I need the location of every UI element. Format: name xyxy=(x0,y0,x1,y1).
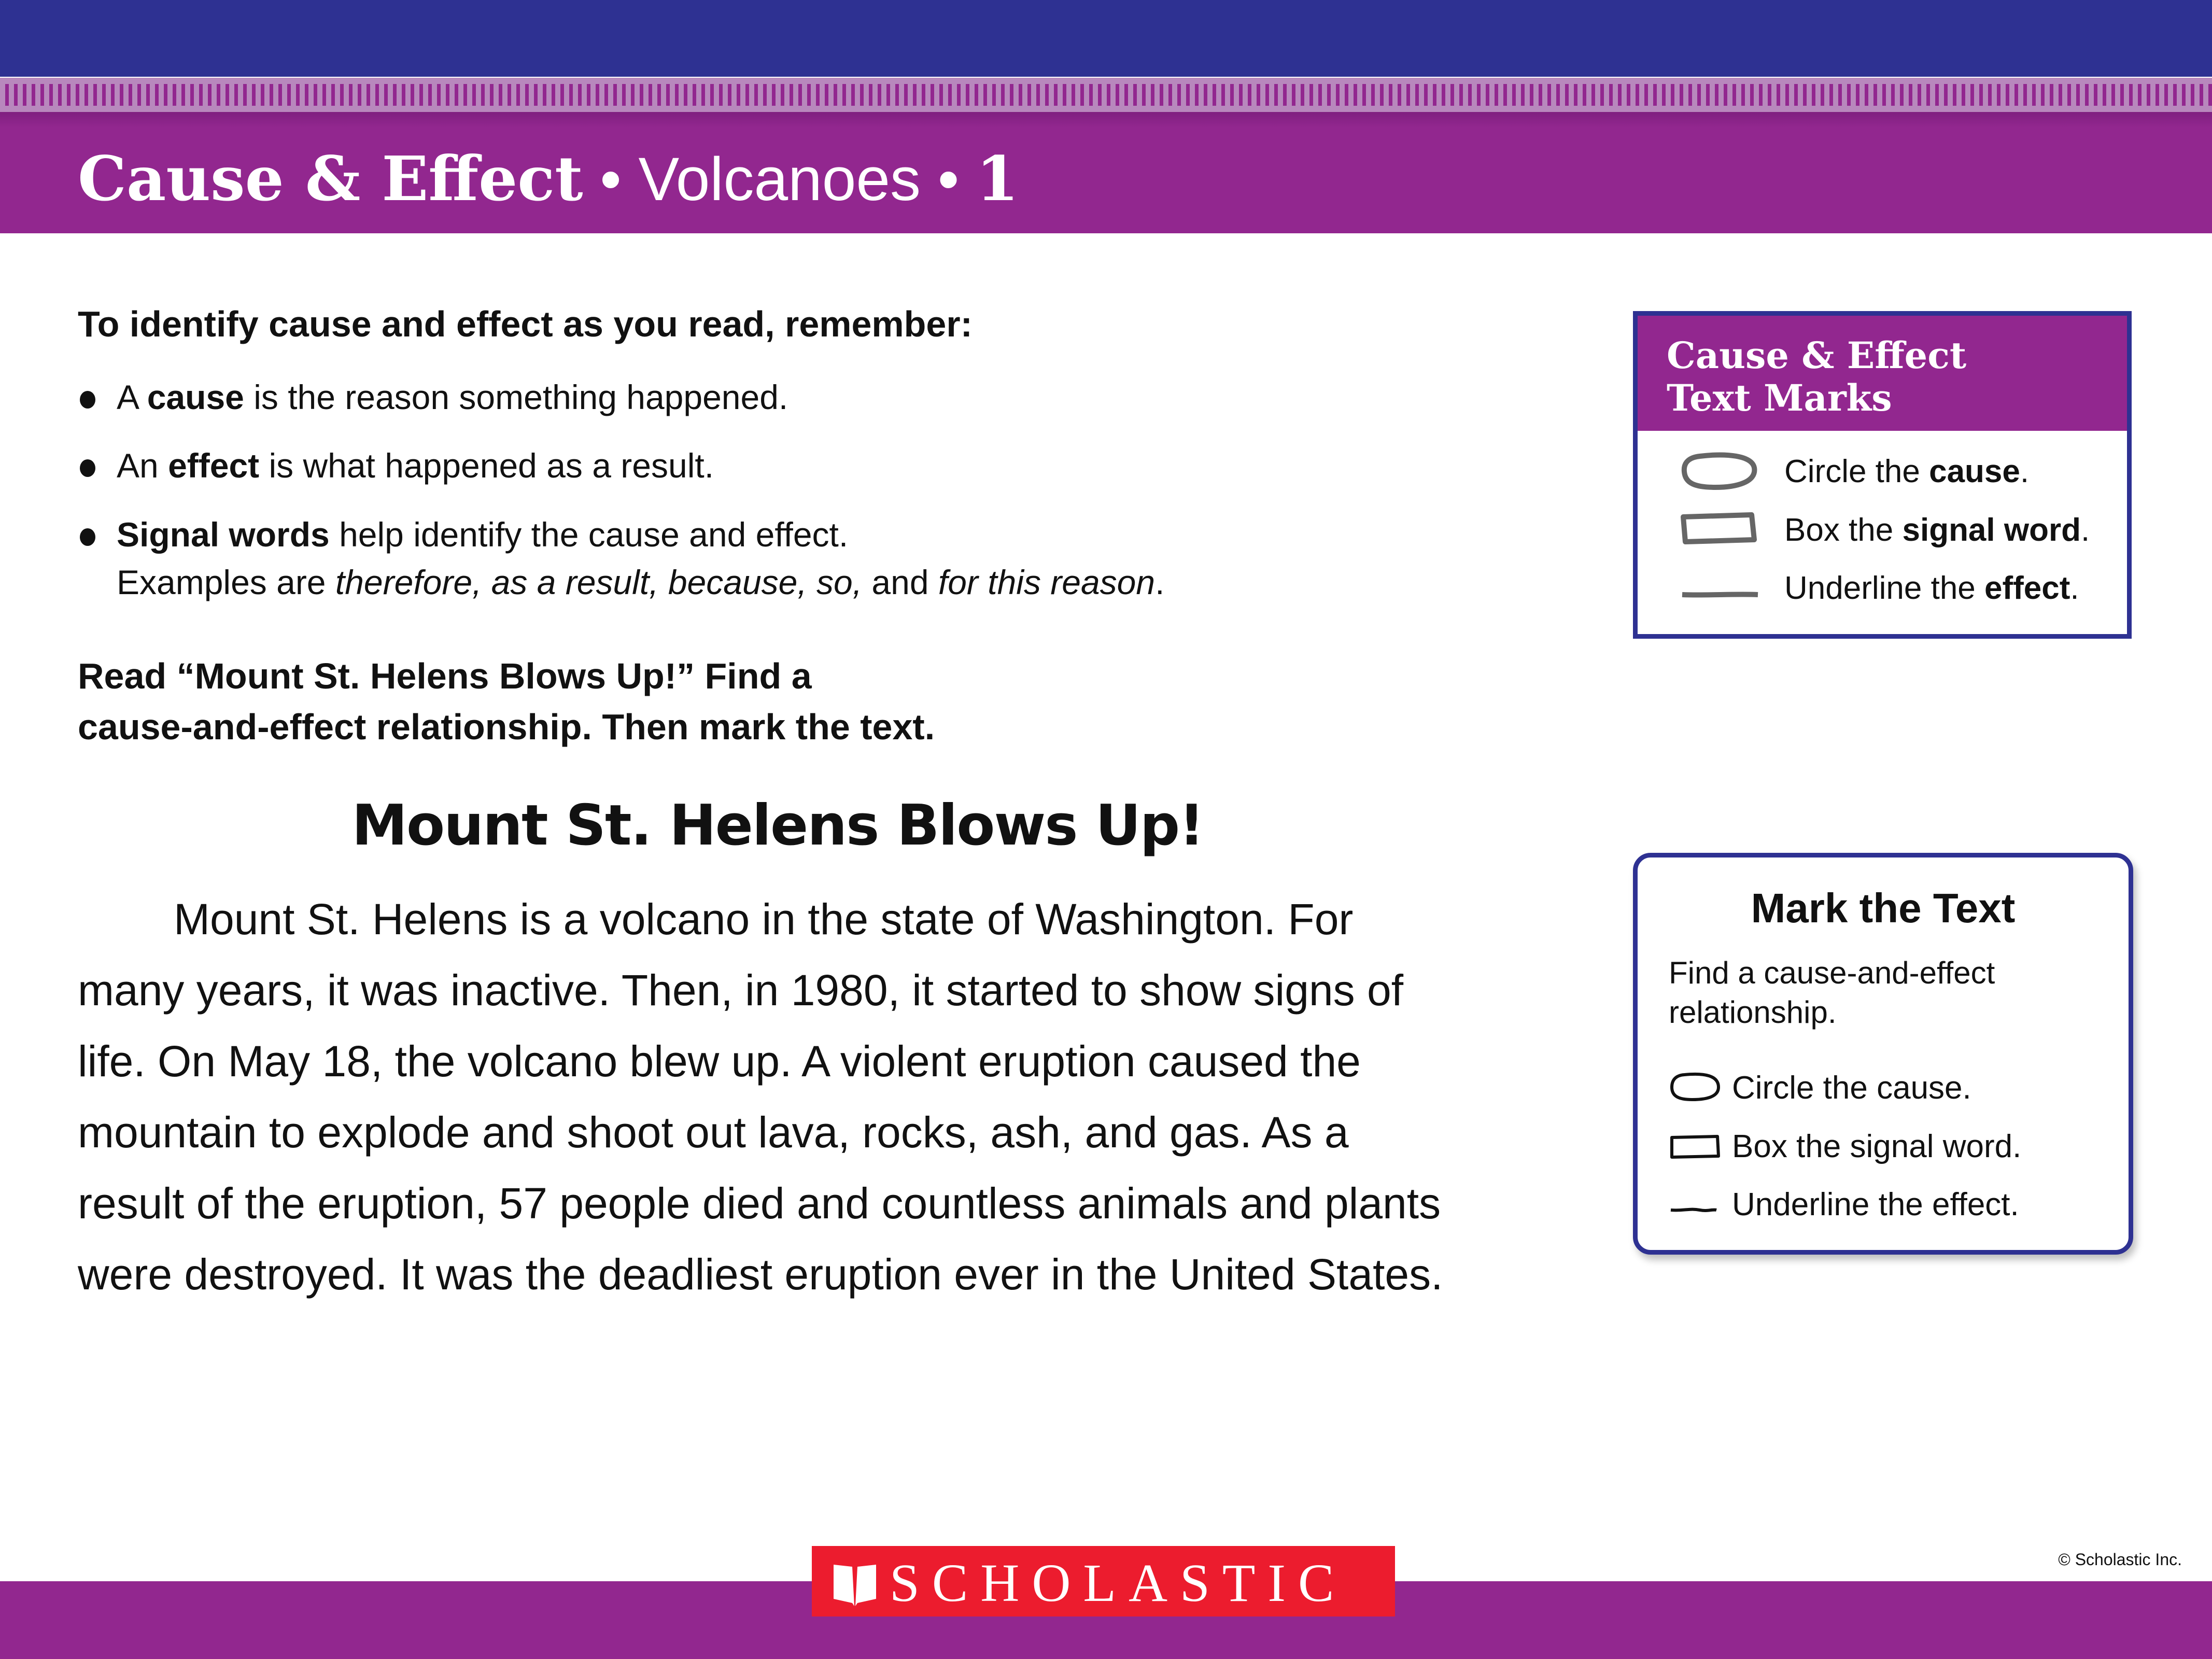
bullet-dot xyxy=(80,528,95,546)
mark-text: Underline the xyxy=(1784,570,1985,606)
mark-label: Underline the effect. xyxy=(1784,570,2079,607)
mtt-row-signal-word: Box the signal word. xyxy=(1638,1121,2129,1173)
page-title: Cause & Effect • Volcanoes • 1 xyxy=(78,148,1019,210)
mark-term: signal word xyxy=(1902,512,2081,548)
title-skill: Cause & Effect xyxy=(78,143,583,215)
mtt-row-effect: Underline the effect. xyxy=(1638,1179,2129,1231)
underline-mark-icon xyxy=(1682,592,1758,598)
signal-word-examples: Examples are therefore, as a result, bec… xyxy=(117,563,1164,601)
text-marks-header: Cause & Effect Text Marks xyxy=(1638,316,2127,431)
definition-list: A cause is the reason something happened… xyxy=(78,373,1164,607)
definition-effect: An effect is what happened as a result. xyxy=(78,442,1164,489)
top-band xyxy=(0,0,2212,77)
read-instruction: Read “Mount St. Helens Blows Up!” Find a… xyxy=(78,651,935,752)
bullet-text: help identify the cause and effect. xyxy=(329,515,849,554)
mark-term: cause xyxy=(1929,454,2020,489)
open-book-icon xyxy=(834,1565,876,1606)
mark-text: Circle the xyxy=(1784,454,1929,489)
text-marks-title: Cause & Effect xyxy=(1667,334,1967,377)
title-number: 1 xyxy=(976,143,1019,215)
mark-row-signal-word: Box the signal word. xyxy=(1638,501,2127,558)
circle-mark-icon xyxy=(1670,1072,1721,1102)
bullet-term: cause xyxy=(147,378,244,416)
story-passage: Mount St. Helens is a volcano in the sta… xyxy=(78,884,1446,1310)
instruction-line: Read “Mount St. Helens Blows Up!” Find a xyxy=(78,656,812,696)
example-words: for this reason xyxy=(938,563,1156,602)
copyright-notice: © Scholastic Inc. xyxy=(2058,1550,2182,1569)
circle-mark-icon xyxy=(1681,452,1757,490)
text-marks-key: Cause & Effect Text Marks Circle the cau… xyxy=(1633,311,2132,639)
mark-label: Circle the cause. xyxy=(1732,1070,1971,1106)
definition-cause: A cause is the reason something happened… xyxy=(78,373,1164,421)
examples-lead: Examples are xyxy=(117,563,335,602)
text-marks-title: Text Marks xyxy=(1667,376,1892,419)
mark-row-cause: Circle the cause. xyxy=(1638,443,2127,500)
title-separator: • xyxy=(921,145,976,214)
definition-signal-words: Signal words help identify the cause and… xyxy=(78,511,1164,607)
box-mark-icon xyxy=(1670,1135,1720,1159)
mark-label: Underline the effect. xyxy=(1732,1187,2019,1222)
story-text: Mount St. Helens is a volcano in the sta… xyxy=(78,895,1443,1299)
mark-text: . xyxy=(2070,570,2079,606)
mark-label: Box the signal word. xyxy=(1784,512,2090,549)
scholastic-logo[interactable]: SCHOLASTIC xyxy=(812,1546,1395,1616)
bullet-text: is the reason something happened. xyxy=(244,378,788,416)
story-title: Mount St. Helens Blows Up! xyxy=(351,793,1205,858)
header-band: Cause & Effect • Volcanoes • 1 xyxy=(0,112,2212,233)
examples-joiner: and xyxy=(862,563,938,602)
mark-text: Box the xyxy=(1784,512,1903,548)
bullet-dot xyxy=(80,391,95,409)
ruler-ticks xyxy=(0,84,2212,106)
decorative-ruler xyxy=(0,78,2212,112)
bullet-term: Signal words xyxy=(117,515,330,554)
title-separator: • xyxy=(583,145,639,214)
underline-mark-icon xyxy=(1670,1207,1717,1212)
box-mark-icon xyxy=(1681,512,1757,544)
mark-text: . xyxy=(2020,454,2030,489)
logo-wordmark: SCHOLASTIC xyxy=(890,1553,1347,1613)
mark-the-text-card: Mark the Text Find a cause-and-effect re… xyxy=(1633,853,2133,1255)
examples-period: . xyxy=(1155,563,1165,602)
bullet-dot xyxy=(80,459,95,477)
example-words: therefore, as a result, because, so, xyxy=(335,563,863,602)
intro-heading: To identify cause and effect as you read… xyxy=(78,304,973,344)
mark-the-text-description: Find a cause-and-effect relationship. xyxy=(1669,955,1995,1030)
mark-term: effect xyxy=(1984,570,2070,606)
mark-label: Circle the cause. xyxy=(1784,453,2029,490)
mark-row-effect: Underline the effect. xyxy=(1638,559,2127,616)
mark-text: . xyxy=(2080,512,2090,548)
mark-the-text-title: Mark the Text xyxy=(1751,885,2016,931)
bullet-text: A xyxy=(117,378,147,416)
mtt-row-cause: Circle the cause. xyxy=(1638,1062,2129,1114)
mark-label: Box the signal word. xyxy=(1732,1129,2022,1164)
bullet-term: effect xyxy=(168,446,260,485)
title-topic: Volcanoes xyxy=(638,145,921,214)
bullet-text: An xyxy=(117,446,168,485)
bullet-text: is what happened as a result. xyxy=(259,446,714,485)
instruction-line: cause-and-effect relationship. Then mark… xyxy=(78,707,935,747)
